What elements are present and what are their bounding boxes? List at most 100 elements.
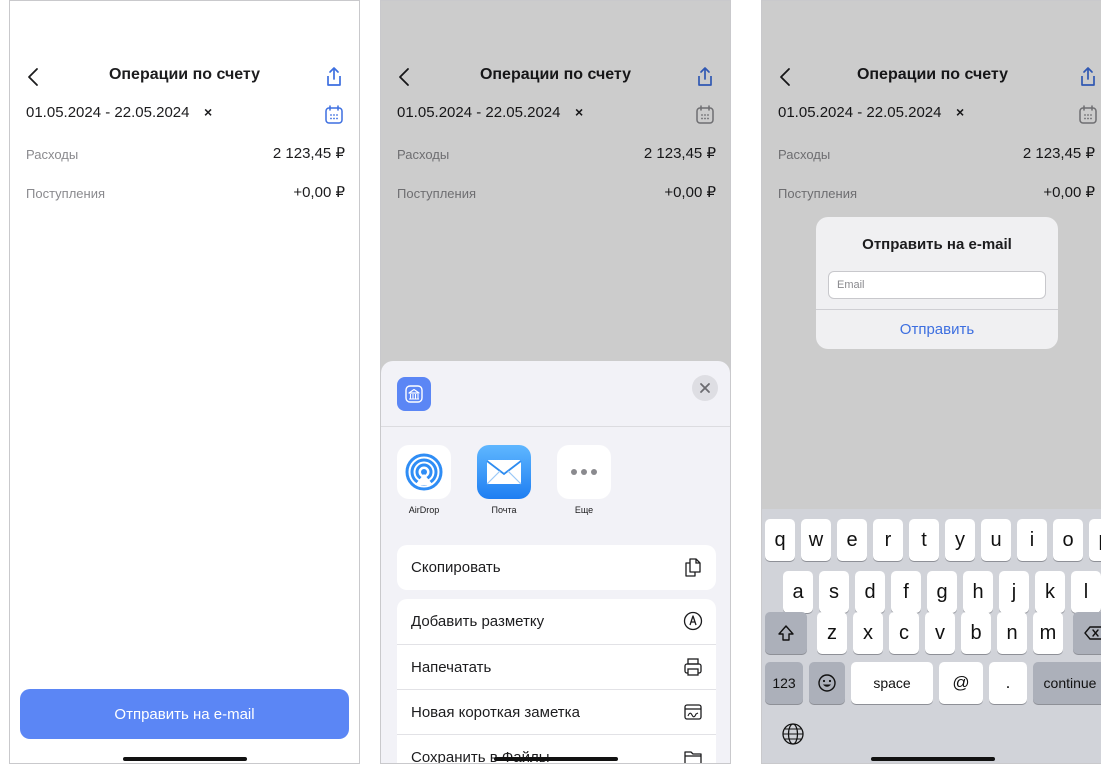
share-icon[interactable] [323,65,345,89]
key-z[interactable]: z [817,612,847,654]
key-h[interactable]: h [963,571,993,613]
key-b[interactable]: b [961,612,991,654]
key-j[interactable]: j [999,571,1029,613]
globe-icon[interactable] [780,721,806,747]
income-row: Поступления +0,00 ₽ [397,183,716,205]
date-filter[interactable]: 01.05.2024 - 22.05.2024 × [397,104,716,128]
income-label: Поступления [397,186,477,201]
income-row: Поступления +0,00 ₽ [778,183,1095,205]
action-copy[interactable]: Скопировать [397,545,716,590]
shift-icon [778,625,794,641]
key-e[interactable]: e [837,519,867,561]
expenses-label: Расходы [397,147,450,162]
page-title: Операции по счету [856,66,1009,83]
keyboard: q w e r t y u i o p a s d f g h j k l z [762,509,1101,763]
keyboard-row-1: q w e r t y u i o p [765,519,1101,561]
calendar-icon[interactable] [1077,104,1099,126]
action-label: Напечатать [411,658,492,676]
key-s[interactable]: s [819,571,849,613]
print-icon [684,658,702,676]
dot-key[interactable]: . [989,662,1027,704]
action-markup[interactable]: Добавить разметку [397,599,716,644]
expenses-label: Расходы [778,147,831,162]
key-v[interactable]: v [925,612,955,654]
date-range-text: 01.05.2024 - 22.05.2024 [397,104,561,121]
close-icon[interactable] [692,375,718,401]
emoji-key[interactable] [809,662,845,704]
home-indicator [493,757,618,761]
share-app-airdrop[interactable]: AirDrop [397,445,451,515]
copy-icon [685,558,701,577]
key-m[interactable]: m [1033,612,1063,654]
nav-bar: Операции по счету [762,63,1101,91]
key-c[interactable]: c [889,612,919,654]
share-sheet: AirDrop Почта Еще Скопировать Добавить р… [381,361,730,763]
alert-title: Отправить на e-mail [862,236,1012,253]
key-r[interactable]: r [873,519,903,561]
action-quick-note[interactable]: Новая короткая заметка [397,689,716,734]
key-u[interactable]: u [981,519,1011,561]
key-p[interactable]: p [1089,519,1101,561]
key-w[interactable]: w [801,519,831,561]
key-d[interactable]: d [855,571,885,613]
folder-icon [684,751,702,763]
expenses-row: Расходы 2 123,45 ₽ [26,144,345,166]
calendar-icon[interactable] [323,104,345,126]
share-icon[interactable] [694,65,716,89]
income-value: +0,00 ₽ [664,184,716,201]
share-app-label: Почта [491,505,517,515]
key-a[interactable]: a [783,571,813,613]
action-print[interactable]: Напечатать [397,644,716,689]
airdrop-icon [397,445,451,499]
date-filter[interactable]: 01.05.2024 - 22.05.2024 × [26,104,345,128]
space-key[interactable]: space [851,662,933,704]
screen-email-alert: Операции по счету 01.05.2024 - 22.05.202… [761,0,1101,764]
bank-app-icon [397,377,431,411]
date-filter[interactable]: 01.05.2024 - 22.05.2024 × [778,104,1099,128]
clear-date-button[interactable]: × [956,104,964,120]
calendar-icon[interactable] [694,104,716,126]
more-icon [557,445,611,499]
numbers-key[interactable]: 123 [765,662,803,704]
continue-key[interactable]: continue [1033,662,1101,704]
home-indicator [870,757,995,761]
income-label: Поступления [778,186,858,201]
share-icon[interactable] [1077,65,1099,89]
page-title: Операции по счету [108,66,261,83]
at-key[interactable]: @ [939,662,983,704]
income-value: +0,00 ₽ [1043,184,1095,201]
action-label: Добавить разметку [411,613,545,630]
page-title: Операции по счету [479,66,632,83]
key-n[interactable]: n [997,612,1027,654]
key-l[interactable]: l [1071,571,1101,613]
income-label: Поступления [26,186,106,201]
screen-statement: Операции по счету 01.05.2024 - 22.05.202… [9,0,360,764]
shift-key[interactable] [765,612,807,654]
key-o[interactable]: o [1053,519,1083,561]
share-app-mail[interactable]: Почта [477,445,531,515]
share-app-more[interactable]: Еще [557,445,611,515]
clear-date-button[interactable]: × [575,104,583,120]
key-x[interactable]: x [853,612,883,654]
key-k[interactable]: k [1035,571,1065,613]
keyboard-row-3: z x c v b n m [765,612,1101,654]
income-value: +0,00 ₽ [293,184,345,201]
date-range-text: 01.05.2024 - 22.05.2024 [26,104,190,121]
key-i[interactable]: i [1017,519,1047,561]
share-app-label: AirDrop [408,505,440,515]
share-apps-row: AirDrop Почта Еще [397,445,611,515]
date-range-text: 01.05.2024 - 22.05.2024 [778,104,942,121]
send-email-button[interactable]: Отправить на e-mail [20,689,349,739]
clear-date-button[interactable]: × [204,104,212,120]
delete-key[interactable] [1073,612,1101,654]
share-actions-secondary: Добавить разметку Напечатать Новая корот… [397,599,716,763]
income-row: Поступления +0,00 ₽ [26,183,345,205]
key-f[interactable]: f [891,571,921,613]
key-g[interactable]: g [927,571,957,613]
key-q[interactable]: q [765,519,795,561]
key-y[interactable]: y [945,519,975,561]
key-t[interactable]: t [909,519,939,561]
email-field[interactable] [828,271,1046,299]
send-button[interactable]: Отправить [816,309,1058,349]
keyboard-row-2: a s d f g h j k l [783,571,1101,613]
